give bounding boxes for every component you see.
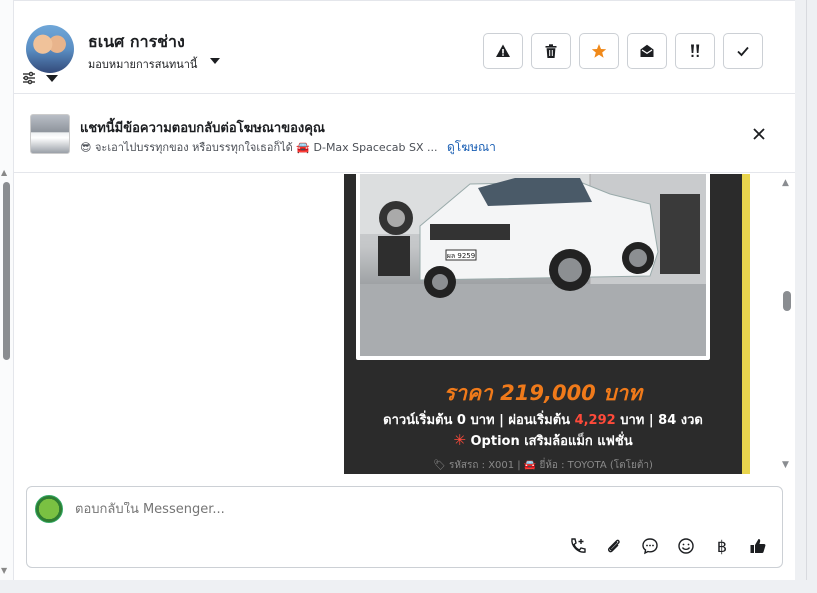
- thread-scrollbar-thumb[interactable]: [783, 291, 791, 311]
- double-exclamation-icon: [691, 44, 700, 57]
- baht-icon[interactable]: ฿: [711, 535, 733, 557]
- thread-scroll-down-arrow[interactable]: ▼: [782, 460, 789, 470]
- close-icon[interactable]: [750, 125, 768, 143]
- ad-banner-subtitle: 😎 จะเอาไปบรรทุกของ หรือบรรทุกใจเธอก็ได้ …: [80, 138, 496, 157]
- car-price: ราคา 219,000 บาท: [443, 381, 643, 405]
- composer-toolbar: ฿: [567, 535, 769, 557]
- conversation-header: ธเนศ การช่าง มอบหมายการสนทนานี้: [14, 0, 795, 94]
- message-thread[interactable]: ผล 9259 ราคา 219,000 บาท ดาวน์เริ่มต้น 0…: [14, 174, 795, 474]
- left-scrollbar-thumb[interactable]: [3, 182, 10, 360]
- car-ad-message-card[interactable]: ผล 9259 ราคา 219,000 บาท ดาวน์เริ่มต้น 0…: [344, 174, 750, 474]
- license-plate: ผล 9259: [447, 252, 475, 260]
- chevron-down-icon[interactable]: [210, 58, 220, 64]
- sunglasses-emoji-icon: 😎: [80, 141, 92, 154]
- left-scroll-down-arrow[interactable]: ▼: [1, 566, 7, 575]
- conversation-panel: ธเนศ การช่าง มอบหมายการสนทนานี้ แชทนี้มี…: [14, 0, 795, 580]
- car-emoji-icon: 🚘: [296, 141, 310, 154]
- saved-reply-icon[interactable]: [639, 535, 661, 557]
- payment-terms: ดาวน์เริ่มต้น 0 บาท | ผ่อนเริ่มต้น 4,292…: [344, 409, 742, 430]
- conversation-actions: [483, 33, 763, 69]
- phone-add-icon[interactable]: [567, 535, 589, 557]
- trash-icon: [545, 44, 557, 58]
- car-code-text: รหัสรถ : X001 | 🚘 ยี่ห้อ : TOYOTA (โตโยต…: [448, 460, 653, 471]
- tag-icon: 🏷: [433, 460, 449, 471]
- payment-terms-a: ดาวน์เริ่มต้น 0 บาท | ผ่อนเริ่มต้น: [383, 413, 575, 428]
- check-icon: [737, 46, 749, 57]
- car-option-text: Option เสริมล้อแม็ก แฟชั่น: [470, 434, 633, 449]
- star-icon: [591, 44, 607, 58]
- payment-terms-b: บาท | 84 งวด: [615, 413, 703, 428]
- follow-up-button[interactable]: [675, 33, 715, 69]
- ad-name: D-Max Spacecab SX ...: [313, 141, 438, 154]
- contact-name[interactable]: ธเนศ การช่าง: [88, 30, 185, 55]
- paperclip-icon[interactable]: [603, 535, 625, 557]
- mark-spam-button[interactable]: [483, 33, 523, 69]
- messenger-reply-input[interactable]: [75, 502, 575, 517]
- reply-composer[interactable]: ฿: [26, 486, 783, 568]
- ad-thumbnail[interactable]: [30, 114, 70, 154]
- filter-sliders-icon[interactable]: [22, 71, 36, 89]
- warning-icon: [496, 44, 510, 57]
- monthly-payment: 4,292: [574, 413, 616, 428]
- ad-reply-banner: แชทนี้มีข้อความตอบกลับต่อโฆษณาของคุณ 😎 จ…: [14, 95, 795, 173]
- bottom-background: [0, 580, 817, 593]
- view-ad-link[interactable]: ดูโฆษณา: [447, 140, 496, 154]
- thread-scroll-up-arrow[interactable]: ▲: [782, 178, 789, 188]
- contact-avatar[interactable]: [26, 25, 74, 73]
- left-scroll-up-arrow[interactable]: ▲: [1, 168, 7, 177]
- car-code-brand: 🏷 รหัสรถ : X001 | 🚘 ยี่ห้อ : TOYOTA (โตโ…: [344, 458, 742, 473]
- car-option: ✳ Option เสริมล้อแม็ก แฟชั่น: [344, 430, 742, 451]
- assign-conversation-dropdown[interactable]: มอบหมายการสนทนานี้: [88, 55, 197, 73]
- emoji-icon[interactable]: [675, 535, 697, 557]
- ad-banner-title: แชทนี้มีข้อความตอบกลับต่อโฆษณาของคุณ: [80, 121, 325, 136]
- star-button[interactable]: [579, 33, 619, 69]
- ad-subtitle-text: จะเอาไปบรรทุกของ หรือบรรทุกใจเธอก็ได้: [94, 141, 293, 154]
- filter-caret-icon[interactable]: [46, 75, 58, 82]
- delete-button[interactable]: [531, 33, 571, 69]
- mark-done-button[interactable]: [723, 33, 763, 69]
- mark-unread-button[interactable]: [627, 33, 667, 69]
- car-photo[interactable]: ผล 9259: [356, 174, 710, 360]
- thumbs-up-icon[interactable]: [747, 535, 769, 557]
- right-divider: [806, 0, 807, 593]
- page-avatar: [35, 495, 63, 523]
- envelope-open-icon: [640, 44, 654, 57]
- car-photo-image: ผล 9259: [360, 174, 706, 356]
- asterisk-icon: ✳: [453, 431, 466, 449]
